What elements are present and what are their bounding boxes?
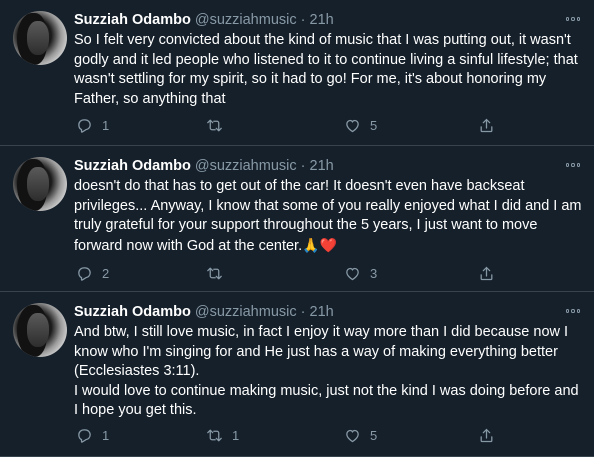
like-button[interactable]: 5 bbox=[344, 115, 377, 135]
share-icon bbox=[480, 428, 493, 442]
share-icon bbox=[480, 266, 493, 280]
like-button[interactable]: 5 bbox=[344, 425, 377, 445]
retweet-icon bbox=[207, 119, 222, 131]
avatar[interactable] bbox=[13, 303, 67, 357]
more-icon[interactable] bbox=[564, 160, 582, 170]
retweet-button[interactable] bbox=[206, 115, 232, 135]
reply-icon bbox=[78, 266, 91, 281]
author-name[interactable]: Suzziah Odambo bbox=[74, 158, 191, 174]
tweet-header: Suzziah Odambo @suzziahmusic · 21h bbox=[74, 303, 582, 321]
more-icon[interactable] bbox=[564, 14, 582, 24]
author-handle[interactable]: @suzziahmusic bbox=[195, 12, 297, 28]
separator: · bbox=[300, 304, 306, 320]
tweet-actions: 2 3 bbox=[74, 263, 574, 283]
reply-count: 1 bbox=[102, 427, 110, 443]
reply-count: 2 bbox=[102, 265, 110, 281]
emoji: 🙏❤️ bbox=[302, 236, 337, 253]
reply-count: 1 bbox=[102, 117, 110, 133]
timestamp[interactable]: 21h bbox=[310, 158, 334, 174]
tweet[interactable]: Suzziah Odambo @suzziahmusic · 21h So I … bbox=[0, 0, 594, 146]
tweet-header: Suzziah Odambo @suzziahmusic · 21h bbox=[74, 157, 582, 175]
tweet-actions: 1 5 bbox=[74, 115, 574, 135]
author-handle[interactable]: @suzziahmusic bbox=[195, 158, 297, 174]
reply-button[interactable]: 1 bbox=[76, 425, 109, 445]
timestamp[interactable]: 21h bbox=[310, 304, 334, 320]
timestamp[interactable]: 21h bbox=[310, 12, 334, 28]
like-count: 5 bbox=[370, 117, 378, 133]
tweet-text: doesn't do that has to get out of the ca… bbox=[74, 177, 584, 256]
tweet-actions: 1 1 5 bbox=[74, 425, 574, 445]
author-name[interactable]: Suzziah Odambo bbox=[74, 304, 191, 320]
tweet-text: So I felt very convicted about the kind … bbox=[74, 32, 578, 107]
tweet-header: Suzziah Odambo @suzziahmusic · 21h bbox=[74, 11, 582, 29]
avatar[interactable] bbox=[13, 157, 67, 211]
tweet[interactable]: Suzziah Odambo @suzziahmusic · 21h And b… bbox=[0, 292, 594, 457]
share-button[interactable] bbox=[478, 425, 495, 445]
reply-button[interactable]: 1 bbox=[76, 115, 109, 135]
tweet[interactable]: Suzziah Odambo @suzziahmusic · 21h doesn… bbox=[0, 146, 594, 292]
like-count: 5 bbox=[370, 427, 378, 443]
reply-icon bbox=[78, 118, 91, 133]
retweet-button[interactable]: 1 bbox=[206, 425, 239, 445]
author-handle[interactable]: @suzziahmusic bbox=[195, 304, 297, 320]
separator: · bbox=[300, 12, 306, 28]
reply-button[interactable]: 2 bbox=[76, 263, 109, 283]
reply-icon bbox=[78, 428, 91, 443]
share-icon bbox=[480, 118, 493, 132]
like-icon bbox=[346, 267, 359, 280]
author-name[interactable]: Suzziah Odambo bbox=[74, 12, 191, 28]
like-count: 3 bbox=[370, 265, 378, 281]
retweet-button[interactable] bbox=[206, 263, 232, 283]
retweet-icon bbox=[207, 429, 222, 441]
retweet-count: 1 bbox=[232, 427, 240, 443]
retweet-icon bbox=[207, 267, 222, 279]
like-icon bbox=[346, 119, 359, 132]
more-icon[interactable] bbox=[564, 306, 582, 316]
like-button[interactable]: 3 bbox=[344, 263, 377, 283]
avatar[interactable] bbox=[13, 11, 67, 65]
like-icon bbox=[346, 429, 359, 442]
share-button[interactable] bbox=[478, 115, 495, 135]
tweet-text: And btw, I still love music, in fact I e… bbox=[74, 324, 579, 418]
share-button[interactable] bbox=[478, 263, 495, 283]
separator: · bbox=[300, 158, 306, 174]
